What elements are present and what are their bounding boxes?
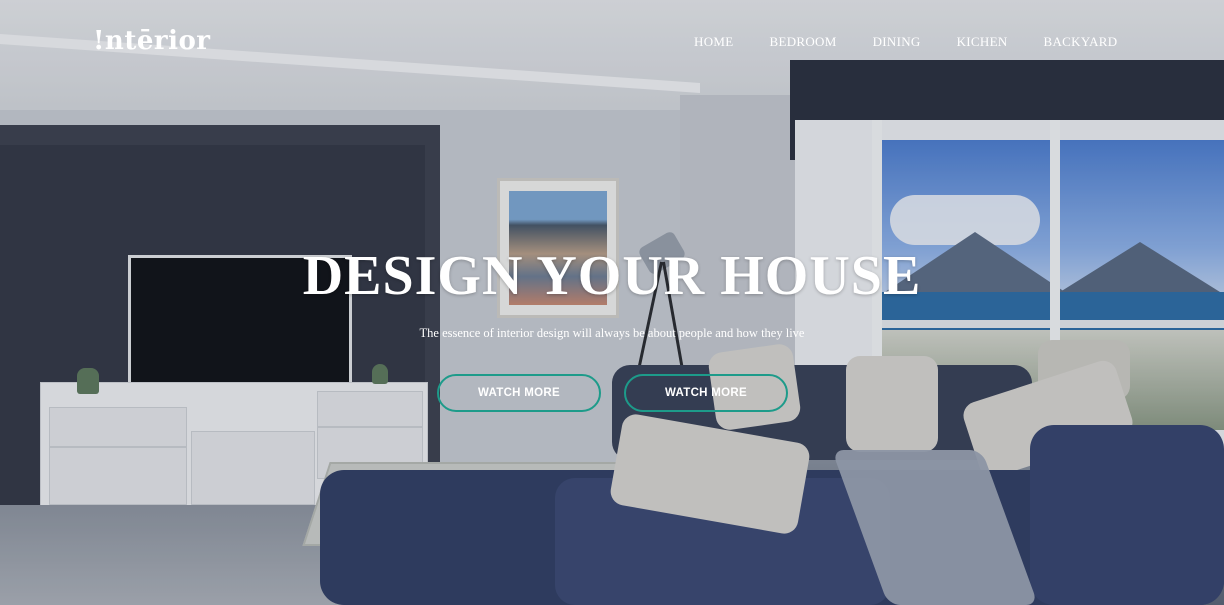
nav-item-home: HOME xyxy=(676,34,751,50)
nav-link-bedroom[interactable]: BEDROOM xyxy=(751,34,854,50)
hero-title: DESIGN YOUR HOUSE xyxy=(302,245,922,307)
nav-link-kichen[interactable]: KICHEN xyxy=(939,34,1026,50)
nav-item-bedroom: BEDROOM xyxy=(751,34,854,50)
nav-item-dining: DINING xyxy=(855,34,939,50)
nav-link-dining[interactable]: DINING xyxy=(855,34,939,50)
hero-subtitle: The essence of interior design will alwa… xyxy=(419,326,805,340)
watch-more-button-secondary[interactable]: WATCH MORE xyxy=(624,374,788,412)
watch-more-button[interactable]: WATCH MORE xyxy=(437,374,601,412)
nav-item-kichen: KICHEN xyxy=(939,34,1026,50)
main-nav: HOME BEDROOM DINING KICHEN BACKYARD xyxy=(676,34,1135,50)
nav-item-backyard: BACKYARD xyxy=(1026,34,1136,50)
brand-logo[interactable]: !ntērior xyxy=(93,26,210,56)
nav-link-backyard[interactable]: BACKYARD xyxy=(1026,34,1136,50)
nav-link-home[interactable]: HOME xyxy=(676,34,751,50)
